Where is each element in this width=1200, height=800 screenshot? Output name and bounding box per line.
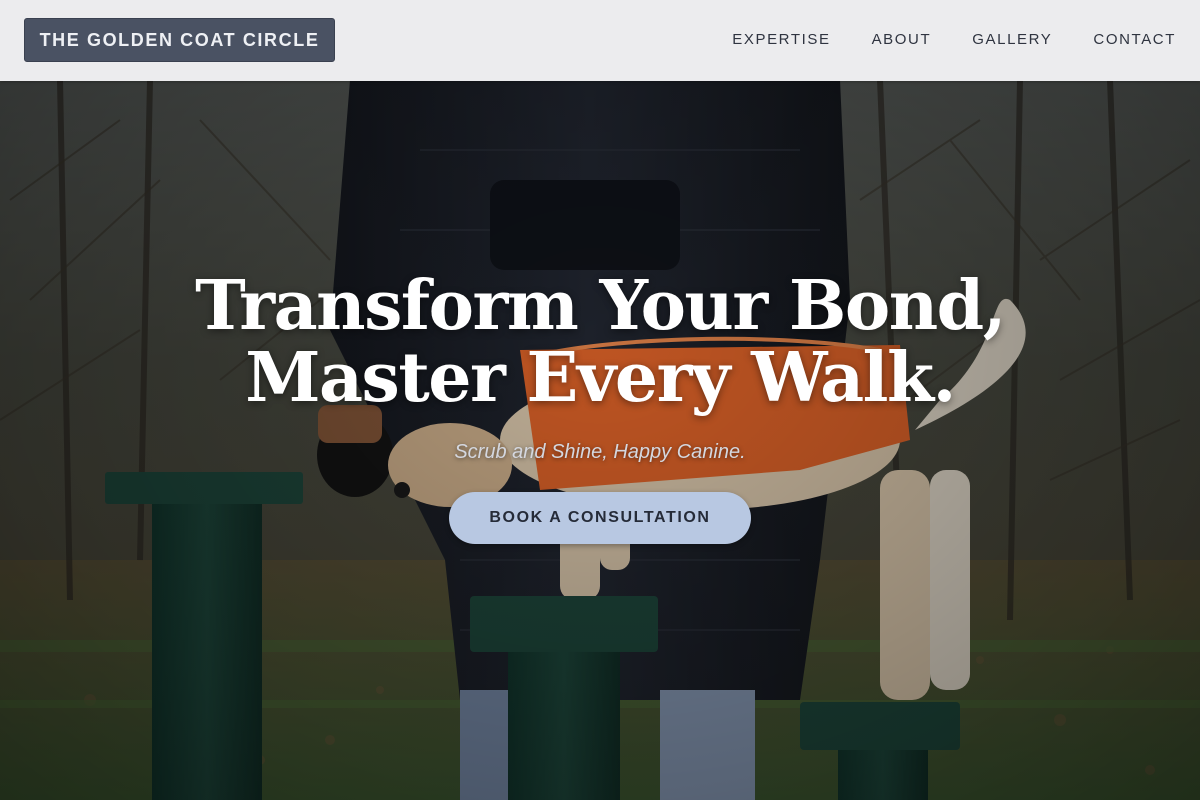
hero-headline-line-1: Transform Your Bond, (195, 266, 1006, 346)
hero-tagline: Scrub and Shine, Happy Canine. (454, 441, 746, 463)
nav-link-expertise[interactable]: EXPERTISE (732, 30, 830, 50)
nav-link-about[interactable]: ABOUT (872, 30, 932, 50)
site-logo[interactable]: THE GOLDEN COAT CIRCLE (24, 18, 335, 62)
nav-link-contact[interactable]: CONTACT (1093, 30, 1176, 50)
main-nav: EXPERTISE ABOUT GALLERY CONTACT (732, 30, 1176, 50)
book-consultation-button[interactable]: BOOK A CONSULTATION (449, 492, 751, 544)
hero-headline: Transform Your Bond, Master Every Walk. (0, 270, 1200, 414)
hero-headline-line-2: Master Every Walk. (245, 338, 956, 418)
site-header: THE GOLDEN COAT CIRCLE EXPERTISE ABOUT G… (0, 0, 1200, 81)
nav-link-gallery[interactable]: GALLERY (972, 30, 1052, 50)
